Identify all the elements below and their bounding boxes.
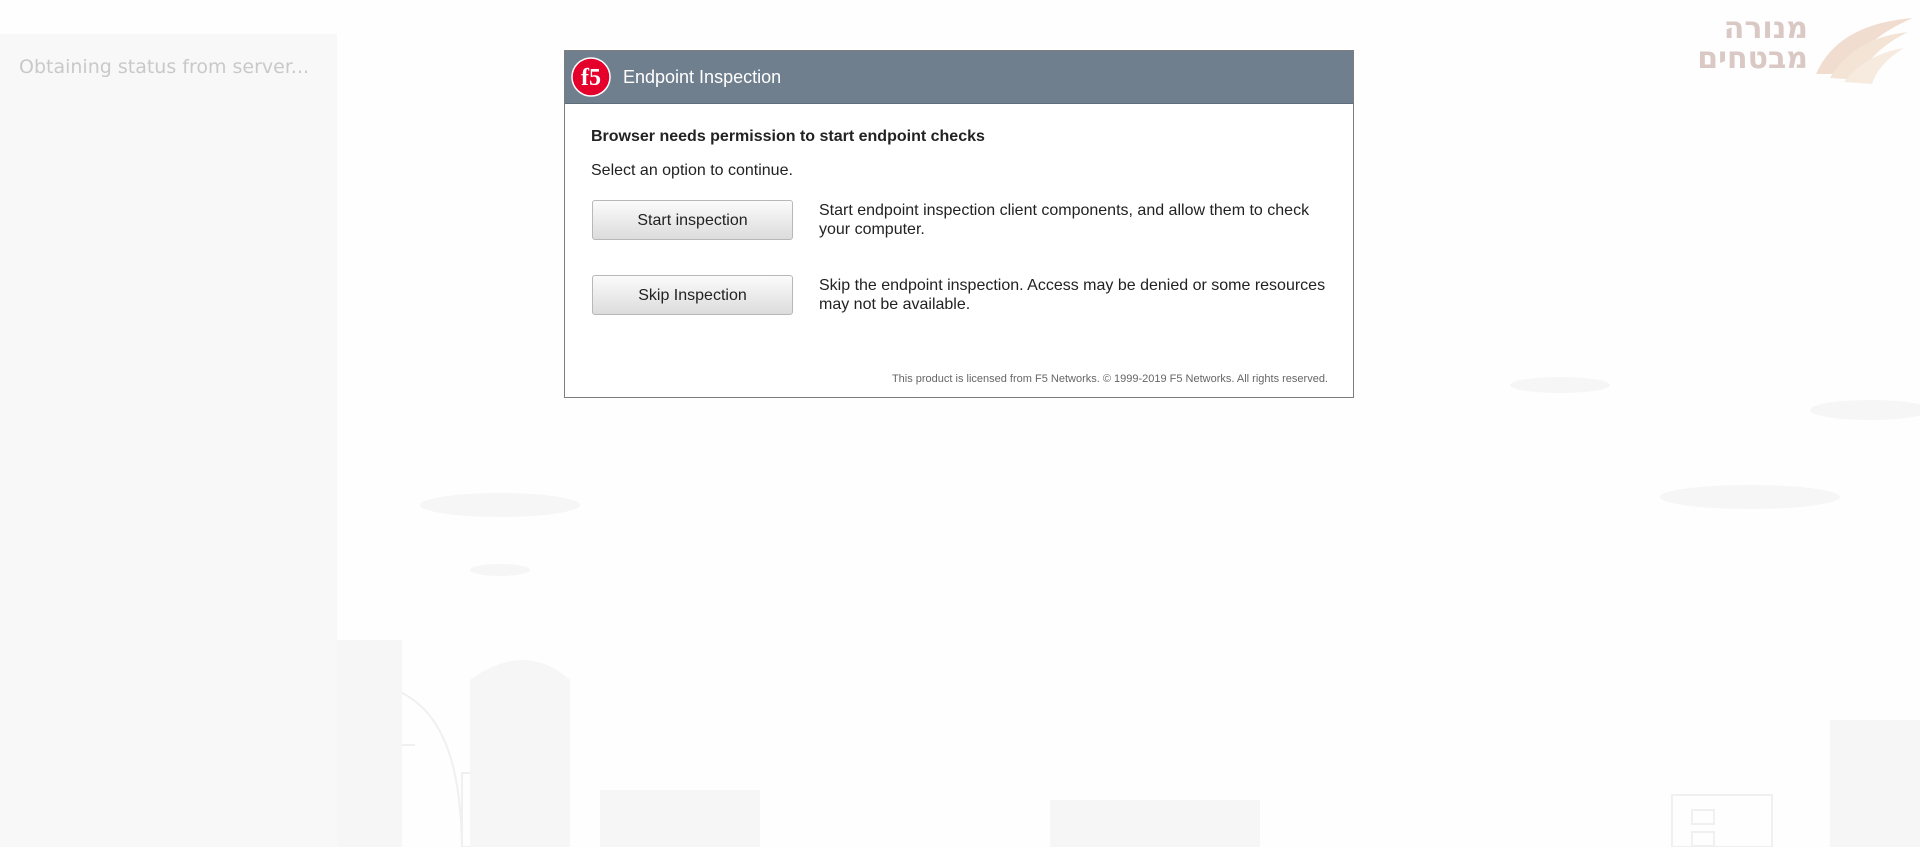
- page: Obtaining status from server... מנורה מב…: [0, 0, 1920, 847]
- brand-wordmark-line2: מבטחים: [1697, 41, 1808, 76]
- menora-flame-icon: [1816, 18, 1913, 84]
- f5-logo-text: f5: [581, 65, 601, 91]
- start-inspection-button[interactable]: Start inspection: [592, 200, 793, 240]
- start-inspection-description: Start endpoint inspection client compone…: [819, 202, 1310, 238]
- endpoint-inspection-dialog: f5 Endpoint Inspection Browser needs per…: [564, 50, 1354, 398]
- brand-wordmark: מנורה מבטחים: [1697, 14, 1808, 74]
- f5-logo-icon: f5: [571, 57, 611, 97]
- dialog-instruction: Select an option to continue.: [591, 162, 793, 179]
- license-footer: This product is licensed from F5 Network…: [891, 373, 1328, 385]
- status-panel: [0, 34, 337, 847]
- dialog-heading: Browser needs permission to start endpoi…: [591, 128, 985, 145]
- dialog-title: Endpoint Inspection: [623, 66, 782, 87]
- dialog-header: f5 Endpoint Inspection: [565, 51, 1353, 104]
- skip-inspection-description: Skip the endpoint inspection. Access may…: [819, 277, 1326, 313]
- brand-logo: מנורה מבטחים: [1668, 14, 1918, 92]
- status-message: Obtaining status from server...: [19, 56, 310, 78]
- brand-wordmark-line1: מנורה: [1723, 11, 1808, 46]
- skip-inspection-button[interactable]: Skip Inspection: [592, 275, 793, 315]
